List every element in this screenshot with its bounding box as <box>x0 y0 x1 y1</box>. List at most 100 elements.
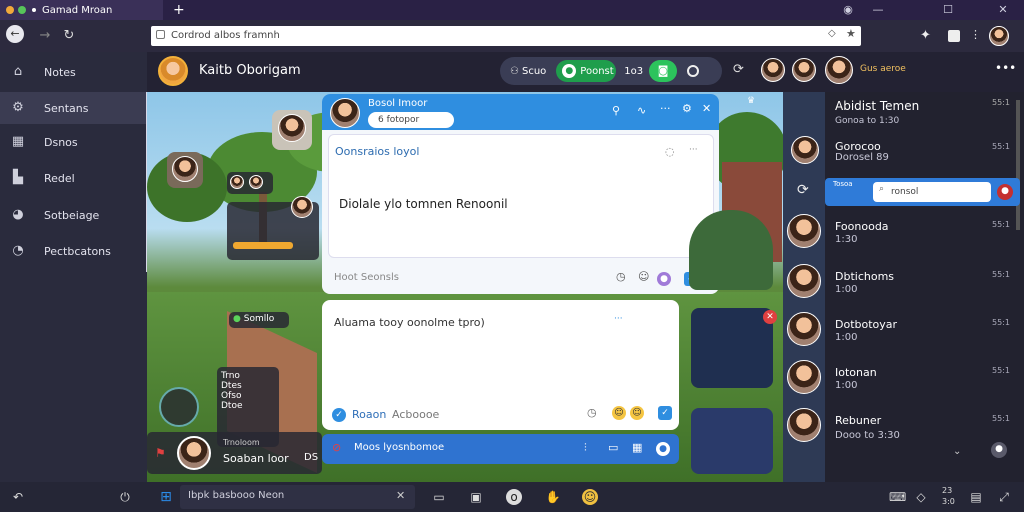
copy-icon[interactable]: ◌ <box>665 145 675 158</box>
clock-icon[interactable]: ◷ <box>587 406 597 419</box>
live-button[interactable]: ● Poonst <box>556 60 617 82</box>
sidebar-item-dsnos[interactable]: ▦ Dsnos <box>0 126 147 158</box>
sidebar-item-sotbeiage[interactable]: ◕ Sotbeiage <box>0 199 147 231</box>
sidebar-item-pectbcatons[interactable]: ◔ Pectbcatons <box>0 235 147 267</box>
smile-icon[interactable]: ☺ <box>638 270 649 283</box>
chevron-down-icon[interactable]: ⌄ <box>953 446 961 457</box>
profile-avatar[interactable] <box>989 26 1009 46</box>
record-icon[interactable]: ● <box>997 184 1013 200</box>
bookmark-icon[interactable]: ◇ <box>828 28 836 39</box>
windows-icon[interactable]: ⊞ <box>158 489 174 505</box>
close-icon[interactable]: ✕ <box>702 102 711 115</box>
menu-icon[interactable]: ⋮ <box>970 28 981 41</box>
user-avatar[interactable] <box>158 56 188 86</box>
health-bar <box>233 242 293 249</box>
extension-icon[interactable] <box>948 30 960 42</box>
reply-action[interactable]: Acboooe <box>392 408 439 421</box>
list-item[interactable]: Foonooda 1:30 55:1 <box>783 214 1024 264</box>
wifi-icon[interactable]: ◇ <box>913 489 929 505</box>
power-icon[interactable]: ⏻ <box>117 489 133 505</box>
portrait-tile[interactable] <box>272 110 312 150</box>
settings-icon[interactable]: ⚙ <box>682 102 692 115</box>
list-sub: Dooo to 3:30 <box>835 430 900 441</box>
grid-icon[interactable]: ▦ <box>632 441 642 454</box>
list-item[interactable]: Rebuner Dooo to 3:30 55:1 ⌄ ● <box>783 408 1024 458</box>
clock-icon[interactable]: ◷ <box>616 270 626 283</box>
more-options-icon[interactable]: ••• <box>995 61 1016 75</box>
search-input[interactable]: ronsol <box>873 182 991 202</box>
video-tile[interactable] <box>691 408 773 474</box>
keyboard-icon[interactable]: ⌨ <box>889 489 906 505</box>
sidebar-item-redel[interactable]: ▙ Redel <box>0 162 147 194</box>
media-icon[interactable]: ▣ <box>468 489 484 505</box>
notification-icon[interactable]: ▤ <box>968 489 984 505</box>
refresh-round-icon[interactable]: ⟳ <box>733 62 744 77</box>
send-icon[interactable]: ✓ <box>658 406 672 420</box>
close-icon[interactable]: ✕ <box>763 310 777 324</box>
wave-icon[interactable]: ∿ <box>637 104 646 117</box>
chat-icon[interactable]: ▭ <box>608 441 618 454</box>
emoji-icon[interactable]: ● <box>657 272 671 286</box>
account-icon[interactable]: ◉ <box>833 0 863 20</box>
tab-title: Gamad Mroan <box>42 4 113 16</box>
more-icon[interactable]: ··· <box>689 145 698 155</box>
panel-subtitle: Gonoa to 1:30 <box>835 116 900 126</box>
pin-icon[interactable]: ⚲ <box>612 104 620 117</box>
list-item[interactable]: Dbtichoms 1:00 55:1 <box>783 264 1024 314</box>
list-item[interactable]: Dotbotoyar 1:00 55:1 <box>783 312 1024 362</box>
sidebar-item-notes[interactable]: ⌂ Notes <box>0 56 147 88</box>
mic-icon[interactable]: ● <box>991 442 1007 458</box>
user-icon[interactable]: ● <box>656 442 670 456</box>
expand-icon[interactable]: ⤢ <box>996 489 1012 505</box>
reply-label[interactable]: Roaon <box>352 408 386 421</box>
chat-icon[interactable]: ▭ <box>431 489 447 505</box>
more-icon[interactable]: ··· <box>660 102 671 115</box>
mute-icon[interactable]: ⊘ <box>332 441 341 454</box>
game-scene[interactable]: ● Somllo Trno Dtes Ofso Dtoe ⚑ Trnoloom … <box>147 92 783 482</box>
hand-icon[interactable]: ✋ <box>545 489 561 505</box>
app-icon <box>6 6 14 14</box>
more-icon[interactable]: ··· <box>614 314 623 324</box>
close-icon[interactable]: ✕ <box>396 489 405 502</box>
taskbar-search[interactable]: Ibpk basbooo Neon ✕ <box>180 485 415 509</box>
minimap[interactable] <box>159 387 199 427</box>
portrait-tile[interactable] <box>167 152 203 188</box>
chart-icon[interactable]: ⫶ <box>584 441 587 455</box>
group-avatar <box>230 175 244 189</box>
chat-avatar[interactable] <box>330 98 360 128</box>
url-field[interactable]: Cordrod albos framnh <box>151 26 861 46</box>
avatar-group[interactable] <box>227 172 273 194</box>
record-icon[interactable] <box>687 65 700 77</box>
emoji-icon[interactable]: ☺ <box>582 489 598 505</box>
participant-avatar-1[interactable] <box>761 58 785 82</box>
maximize-button[interactable]: ☐ <box>933 0 963 20</box>
video-tile[interactable] <box>689 210 773 290</box>
flag-icon[interactable]: ⚑ <box>155 446 166 460</box>
player-avatar[interactable] <box>177 436 211 470</box>
loop-icon[interactable]: ⟳ <box>797 182 809 198</box>
pin-icon[interactable]: ✦ <box>920 28 931 43</box>
sidebar-item-sentans[interactable]: ⚙ Sentans <box>0 92 147 124</box>
participant-avatar-3[interactable] <box>825 56 853 84</box>
close-button[interactable]: ✕ <box>988 0 1018 20</box>
minimize-button[interactable]: — <box>863 0 893 20</box>
list-item[interactable]: Gorocoo Dorosel 89 55:1 <box>783 132 1024 182</box>
back-arrow-icon[interactable]: ← <box>6 25 24 43</box>
participant-avatar-2[interactable] <box>792 58 816 82</box>
pill-left-label[interactable]: Scuo <box>522 66 546 77</box>
emoji-icon[interactable]: ☺ <box>612 406 626 420</box>
search-row[interactable]: Tosoa ronsol ⌕ ● <box>825 178 1020 206</box>
refresh-icon[interactable]: ↻ <box>58 25 80 47</box>
star-icon[interactable]: ★ <box>846 27 856 40</box>
emoji-icon[interactable]: ☺ <box>630 406 644 420</box>
video-tile[interactable] <box>691 308 773 388</box>
app-icon[interactable]: o <box>506 489 522 505</box>
camera-icon[interactable]: ◙ <box>649 60 678 82</box>
gauge-icon: ◔ <box>12 243 24 258</box>
forward-arrow-icon[interactable]: → <box>34 25 56 47</box>
new-tab-button[interactable]: + <box>173 2 185 18</box>
list-item[interactable]: Iotonan 1:00 55:1 <box>783 360 1024 410</box>
browser-tab[interactable]: Gamad Mroan <box>0 0 163 20</box>
check-circle-icon[interactable]: ✓ <box>332 408 346 422</box>
undo-icon[interactable]: ↶ <box>10 489 26 505</box>
